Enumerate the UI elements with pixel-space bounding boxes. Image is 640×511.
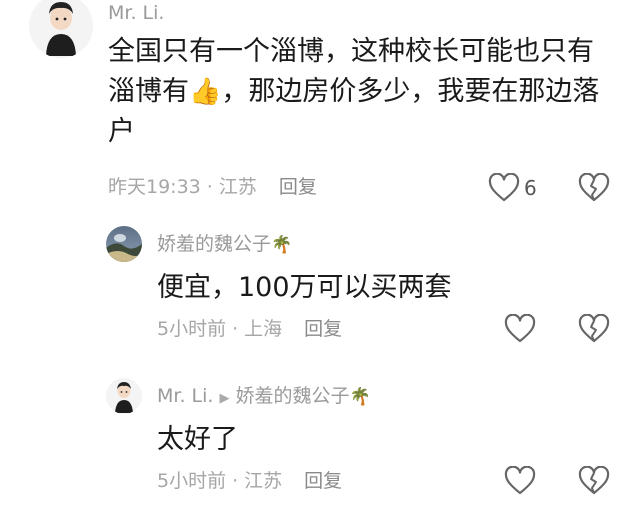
content-line: 淄博有👍，那边房价多少，我要在那边落: [108, 72, 628, 112]
palm-badge-icon: 🌴: [349, 387, 371, 407]
username-text: Mr. Li.: [157, 385, 214, 407]
meta-separator: ·: [206, 176, 213, 198]
comment-time: 5小时前: [157, 470, 227, 492]
comment-location: 江苏: [218, 176, 257, 198]
like-button[interactable]: [504, 314, 536, 344]
broken-heart-icon: [578, 466, 610, 495]
comment-content: 便宜，100万可以买两套: [157, 272, 452, 303]
comment-time: 昨天19:33: [108, 176, 201, 198]
meta-separator: ·: [232, 318, 239, 340]
dislike-button[interactable]: [578, 466, 610, 496]
like-count: 6: [524, 176, 537, 200]
like-button[interactable]: [504, 466, 536, 496]
comment-meta: 5小时前 · 江苏 回复: [157, 472, 342, 491]
comment-username[interactable]: Mr. Li.: [108, 4, 164, 23]
comment-content: 太好了: [157, 424, 238, 455]
reply-button[interactable]: 回复: [304, 318, 342, 340]
reply-button[interactable]: 回复: [279, 176, 317, 198]
dislike-button[interactable]: [578, 314, 610, 344]
heart-outline-icon: [504, 466, 536, 495]
heart-outline-icon: [488, 173, 520, 202]
content-text: ，那边房价多少，我要在那边落: [221, 76, 600, 107]
comment-location: 江苏: [244, 470, 283, 492]
content-text: 淄博有: [108, 76, 189, 107]
content-line: 户: [108, 116, 135, 147]
avatar[interactable]: [29, 0, 93, 58]
reply-to-username[interactable]: 娇羞的魏公子: [235, 385, 349, 407]
comment-username[interactable]: 娇羞的魏公子🌴: [157, 235, 292, 254]
comment-username[interactable]: Mr. Li. ▶ 娇羞的魏公子🌴: [157, 387, 371, 406]
username-text: 娇羞的魏公子: [157, 233, 272, 255]
meta-separator: ·: [232, 470, 239, 492]
avatar[interactable]: [106, 378, 142, 414]
dislike-button[interactable]: [578, 173, 610, 203]
comment-location: 上海: [244, 318, 283, 340]
reply-arrow-icon: ▶: [219, 391, 230, 406]
comment-meta: 昨天19:33 · 江苏 回复: [108, 178, 317, 197]
broken-heart-icon: [578, 173, 610, 202]
avatar[interactable]: [106, 226, 142, 262]
broken-heart-icon: [578, 314, 610, 343]
comment-time: 5小时前: [157, 318, 227, 340]
palm-badge-icon: 🌴: [271, 235, 293, 255]
comment-content: 全国只有一个淄博，这种校长可能也只有 淄博有👍，那边房价多少，我要在那边落 户: [108, 32, 628, 152]
like-button[interactable]: [488, 173, 520, 203]
thumbs-up-emoji: 👍: [189, 77, 222, 107]
comment-meta: 5小时前 · 上海 回复: [157, 320, 342, 339]
heart-outline-icon: [504, 314, 536, 343]
reply-button[interactable]: 回复: [304, 470, 342, 492]
content-line: 全国只有一个淄博，这种校长可能也只有: [108, 36, 594, 67]
